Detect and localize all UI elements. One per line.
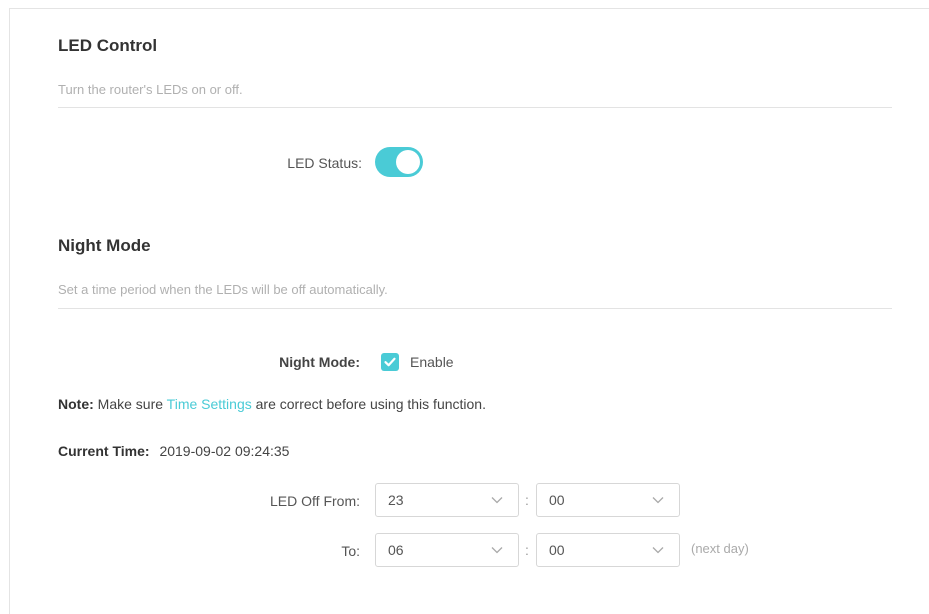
next-day-label: (next day) bbox=[691, 541, 749, 556]
chevron-down-icon bbox=[652, 547, 664, 554]
off-from-hour-select[interactable]: 23 bbox=[375, 483, 519, 517]
led-status-label: LED Status: bbox=[287, 155, 362, 171]
time-settings-link[interactable]: Time Settings bbox=[167, 396, 252, 412]
check-icon bbox=[384, 357, 396, 367]
chevron-down-icon bbox=[491, 547, 503, 554]
off-to-minute-select[interactable]: 00 bbox=[536, 533, 680, 567]
divider bbox=[58, 308, 892, 309]
night-mode-enable-checkbox[interactable] bbox=[381, 353, 399, 371]
chevron-down-icon bbox=[652, 497, 664, 504]
led-control-description: Turn the router's LEDs on or off. bbox=[58, 82, 243, 97]
off-from-minute-select[interactable]: 00 bbox=[536, 483, 680, 517]
night-mode-title: Night Mode bbox=[58, 236, 151, 255]
note-text-before: Make sure bbox=[93, 396, 167, 412]
led-off-from-label: LED Off From: bbox=[270, 493, 360, 509]
led-control-title: LED Control bbox=[58, 36, 158, 55]
night-mode-label: Night Mode: bbox=[279, 354, 360, 370]
time-separator: : bbox=[525, 542, 529, 558]
divider bbox=[58, 107, 892, 108]
night-mode-note: Note: Make sure Time Settings are correc… bbox=[58, 396, 486, 412]
led-status-toggle[interactable] bbox=[375, 147, 423, 177]
off-to-minute-value: 00 bbox=[549, 542, 565, 558]
toggle-knob bbox=[396, 150, 420, 174]
current-time-value: 2019-09-02 09:24:35 bbox=[159, 443, 290, 459]
time-separator: : bbox=[525, 492, 529, 508]
night-mode-description: Set a time period when the LEDs will be … bbox=[58, 282, 388, 297]
led-off-to-label: To: bbox=[341, 543, 360, 559]
off-from-minute-value: 00 bbox=[549, 492, 565, 508]
off-from-hour-value: 23 bbox=[388, 492, 404, 508]
night-mode-enable-label[interactable]: Enable bbox=[410, 354, 454, 370]
chevron-down-icon bbox=[491, 497, 503, 504]
off-to-hour-select[interactable]: 06 bbox=[375, 533, 519, 567]
current-time-label: Current Time: bbox=[58, 443, 150, 459]
note-text-after: are correct before using this function. bbox=[251, 396, 486, 412]
off-to-hour-value: 06 bbox=[388, 542, 404, 558]
note-prefix: Note: bbox=[58, 396, 94, 412]
content-panel bbox=[9, 8, 929, 614]
current-time: Current Time: 2019-09-02 09:24:35 bbox=[58, 443, 289, 459]
